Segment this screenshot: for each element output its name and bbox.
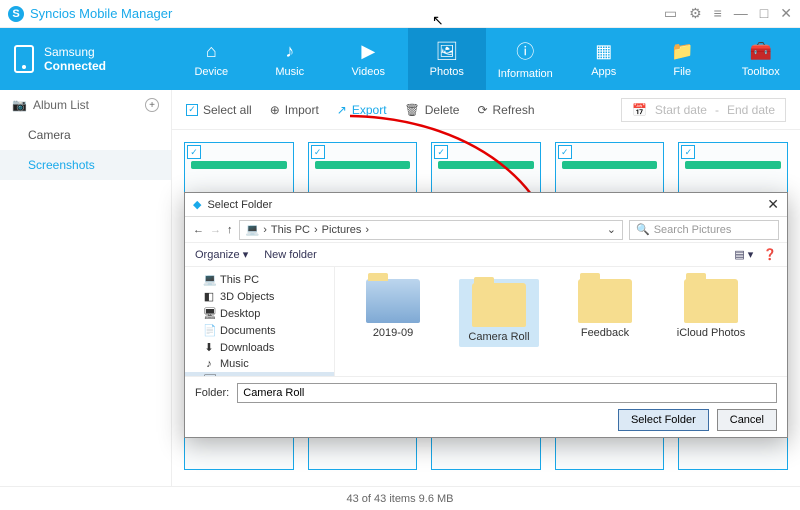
folder-tree[interactable]: 💻This PC◧3D Objects🖥Desktop📄Documents⬇Do…: [185, 267, 335, 376]
title-bar: S Syncios Mobile Manager ▭ ⚙ ≡ — □ ✕: [0, 0, 800, 28]
tree-documents[interactable]: 📄Documents: [185, 322, 334, 339]
app-logo: S: [8, 6, 24, 22]
maximize-icon[interactable]: □: [760, 5, 768, 22]
breadcrumb[interactable]: 💻› This PC› Pictures› ⌄: [239, 220, 624, 240]
search-icon: 🔍: [636, 223, 650, 236]
minimize-icon[interactable]: —: [734, 5, 748, 22]
help-icon[interactable]: ❓: [763, 248, 777, 261]
nav-back-button[interactable]: ←: [193, 224, 204, 236]
device-panel[interactable]: Samsung Connected: [0, 28, 172, 90]
delete-button[interactable]: 🗑Delete: [405, 103, 460, 117]
tree-desktop[interactable]: 🖥Desktop: [185, 305, 334, 322]
cancel-button[interactable]: Cancel: [717, 409, 777, 431]
close-icon[interactable]: ✕: [780, 5, 792, 22]
apps-icon: ▦: [595, 41, 612, 62]
sidebar-item-screenshots[interactable]: Screenshots: [0, 150, 171, 180]
device-brand: Samsung: [44, 45, 106, 59]
sidebar-heading: 📷Album List +: [0, 90, 171, 120]
folder-feedback[interactable]: Feedback: [565, 279, 645, 339]
folder-icon: [578, 279, 632, 323]
select-folder-dialog: ◆ Select Folder ✕ ← → ↑ 💻› This PC› Pict…: [184, 192, 788, 438]
cursor-icon: ↖: [432, 12, 444, 29]
select-all-checkbox[interactable]: ✓Select all: [186, 103, 252, 117]
nav-device[interactable]: ⌂Device: [172, 28, 251, 90]
device-status: Connected: [44, 59, 106, 73]
import-button[interactable]: ⊕Import: [270, 103, 319, 117]
sidebar: 📷Album List + CameraScreenshots: [0, 90, 172, 486]
toolbar: ✓Select all ⊕Import ↗Export 🗑Delete ⟳Ref…: [172, 90, 800, 130]
folder-icloud-photos[interactable]: iCloud Photos: [671, 279, 751, 339]
folder-2019-09[interactable]: 2019-09: [353, 279, 433, 339]
date-range[interactable]: 📅Start date-End date: [621, 98, 786, 122]
nav-videos[interactable]: ▶Videos: [329, 28, 408, 90]
export-button[interactable]: ↗Export: [337, 103, 387, 117]
app-title: Syncios Mobile Manager: [30, 6, 172, 21]
menu-icon[interactable]: ≡: [714, 5, 722, 22]
tree-downloads[interactable]: ⬇Downloads: [185, 339, 334, 356]
nav-forward-button[interactable]: →: [210, 224, 221, 236]
tray-icon[interactable]: ▭: [664, 5, 677, 22]
folder-camera-roll[interactable]: Camera Roll: [459, 279, 539, 347]
folder-field-label: Folder:: [195, 387, 229, 399]
folder-icon: [472, 283, 526, 327]
tree-3d-objects[interactable]: ◧3D Objects: [185, 288, 334, 305]
nav-photos[interactable]: 🖼Photos: [408, 28, 487, 90]
folder-icon: [684, 279, 738, 323]
tree-this-pc[interactable]: 💻This PC: [185, 271, 334, 288]
dialog-close-button[interactable]: ✕: [767, 196, 779, 213]
new-folder-button[interactable]: New folder: [264, 249, 317, 261]
photos-icon: 🖼: [435, 41, 458, 62]
settings-icon[interactable]: ⚙: [689, 5, 702, 22]
folder-name-input[interactable]: [237, 383, 777, 403]
refresh-button[interactable]: ⟳Refresh: [477, 103, 534, 117]
toolbox-icon: 🧰: [750, 41, 772, 62]
videos-icon: ▶: [361, 41, 375, 62]
view-mode-button[interactable]: ▤ ▾: [734, 248, 753, 261]
organize-menu[interactable]: Organize ▾: [195, 248, 248, 261]
folder-icon: [366, 279, 420, 323]
music-icon: ♪: [285, 41, 294, 62]
nav-up-button[interactable]: ↑: [227, 224, 233, 236]
nav-music[interactable]: ♪Music: [251, 28, 330, 90]
dialog-title: Select Folder: [207, 199, 272, 211]
device-icon: ⌂: [206, 41, 217, 62]
navbar: Samsung Connected ⌂Device♪Music▶Videos🖼P…: [0, 28, 800, 90]
file-icon: 📁: [671, 41, 693, 62]
phone-icon: [14, 45, 34, 73]
sidebar-item-camera[interactable]: Camera: [0, 120, 171, 150]
folder-list: 2019-09 Camera Roll Feedback iCloud Photos: [335, 267, 787, 376]
nav-toolbox[interactable]: 🧰Toolbox: [722, 28, 800, 90]
nav-file[interactable]: 📁File: [643, 28, 722, 90]
folder-search-input[interactable]: 🔍 Search Pictures: [629, 220, 779, 240]
status-bar: 43 of 43 items 9.6 MB: [0, 486, 800, 510]
nav-apps[interactable]: ▦Apps: [565, 28, 644, 90]
add-album-button[interactable]: +: [145, 98, 159, 112]
tree-music[interactable]: ♪Music: [185, 356, 334, 372]
select-folder-button[interactable]: Select Folder: [618, 409, 709, 431]
information-icon: ⓘ: [516, 38, 534, 64]
nav-information[interactable]: ⓘInformation: [486, 28, 565, 90]
